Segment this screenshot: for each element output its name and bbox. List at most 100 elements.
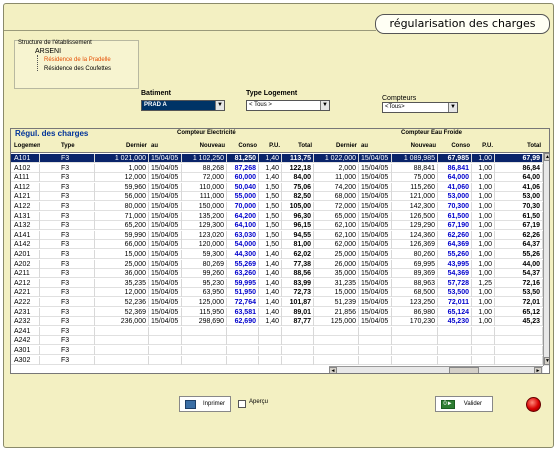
table-cell: 15/04/05 [359, 163, 392, 173]
column-header[interactable]: Nouveau [182, 142, 227, 151]
table-cell: 89,369 [392, 269, 438, 279]
table-cell: A301 [12, 346, 40, 355]
table-cell [495, 336, 543, 346]
table-cell: 55,000 [227, 192, 259, 202]
scroll-down-icon[interactable]: ▼ [544, 357, 549, 365]
table-cell: A142 [12, 240, 40, 250]
column-header[interactable]: Conso [227, 142, 259, 151]
tree-item-coufettes[interactable]: Résidence des Coufettes [44, 66, 111, 72]
table-cell [392, 355, 438, 365]
horizontal-scrollbar[interactable]: ◄ ► [329, 366, 543, 373]
tree-root[interactable]: ARSENI [35, 48, 61, 55]
chevron-down-icon[interactable]: ▼ [215, 101, 224, 110]
table-row[interactable]: A201 F3 15,000 15/04/05 59,300 44,300 1,40 62,0… [11, 250, 543, 259]
table-row[interactable]: A241 F3 [11, 326, 543, 336]
table-cell: 1 089,985 [392, 154, 438, 163]
grid-rows[interactable]: A101 F3 1 021,000 15/04/05 1 102,250 81,250 1,… [11, 154, 543, 366]
table-cell: 94,55 [282, 230, 314, 240]
table-cell: 150,000 [182, 202, 227, 211]
table-cell [472, 326, 495, 336]
table-cell: 56,000 [107, 192, 149, 202]
table-cell: 11,000 [314, 173, 359, 183]
table-row[interactable]: A122 F3 80,000 15/04/05 150,000 70,000 1,50 105… [11, 202, 543, 211]
vertical-scrollbar[interactable]: ▲ ▼ [543, 153, 549, 366]
charges-grid[interactable]: Régul. des charges Compteur Electricité … [10, 128, 550, 374]
table-row[interactable]: A121 F3 56,000 15/04/05 111,000 55,000 1,50 82,… [11, 192, 543, 202]
table-row[interactable]: A232 F3 236,000 15/04/05 298,690 62,690 1,40 87… [11, 317, 543, 327]
scroll-thumb[interactable] [449, 367, 479, 373]
table-cell: 52,369 [107, 307, 149, 317]
table-cell: 1,50 [259, 202, 282, 211]
table-row[interactable]: A111 F3 12,000 15/04/05 72,000 60,000 1,40 84,0… [11, 173, 543, 183]
table-cell [438, 346, 472, 355]
table-cell: 15/04/05 [149, 240, 182, 250]
column-header[interactable]: P.U. [259, 142, 282, 151]
table-cell: 86,841 [438, 163, 472, 173]
table-row[interactable]: A102 F3 1,000 15/04/05 88,268 87,268 1,40 122,1… [11, 163, 543, 173]
table-row[interactable]: A202 F3 25,000 15/04/05 80,269 55,269 1,40 77,3… [11, 259, 543, 269]
table-cell: 54,369 [438, 269, 472, 279]
table-cell: 15/04/05 [359, 317, 392, 327]
table-row[interactable]: A302 F3 [11, 355, 543, 365]
table-row[interactable]: A242 F3 [11, 336, 543, 346]
table-row[interactable]: A231 F3 52,369 15/04/05 115,950 63,581 1,40 89,… [11, 307, 543, 317]
table-row[interactable]: A131 F3 71,000 15/04/05 135,200 64,200 1,50 96,… [11, 211, 543, 221]
type-logement-value: < Tous > [249, 102, 272, 108]
table-row[interactable]: A142 F3 66,000 15/04/05 120,000 54,000 1,50 81,… [11, 240, 543, 250]
structure-tree[interactable]: Structure de l'établissement ARSENI Rési… [14, 40, 139, 89]
table-row[interactable]: A212 F3 35,235 15/04/05 95,230 59,995 1,40 83,9… [11, 278, 543, 288]
table-cell: A202 [12, 259, 40, 269]
table-row[interactable]: A141 F3 59,990 15/04/05 123,020 63,030 1,50 94,… [11, 230, 543, 240]
column-header[interactable]: Nouveau [392, 142, 438, 151]
close-icon[interactable] [526, 397, 541, 412]
scroll-up-icon[interactable]: ▲ [544, 153, 549, 161]
table-cell: F3 [59, 326, 95, 336]
tree-item-pradelle[interactable]: Résidence de la Pradelle [44, 57, 111, 63]
table-row[interactable]: A221 F3 12,000 15/04/05 63,950 51,950 1,40 72,7… [11, 288, 543, 298]
column-header[interactable]: au [149, 142, 182, 151]
table-cell: 67,190 [438, 221, 472, 231]
column-header[interactable]: Dernier [314, 142, 359, 151]
table-cell: 72,16 [495, 278, 543, 288]
table-cell: 95,230 [182, 278, 227, 288]
table-row[interactable]: A222 F3 52,236 15/04/05 125,000 72,764 1,40 101… [11, 298, 543, 307]
table-row[interactable]: A101 F3 1 021,000 15/04/05 1 102,250 81,250 1,… [11, 154, 543, 163]
chevron-down-icon[interactable]: ▼ [320, 101, 329, 110]
column-header[interactable]: Conso [438, 142, 472, 151]
scroll-right-icon[interactable]: ► [534, 367, 542, 373]
scroll-left-icon[interactable]: ◄ [329, 367, 337, 373]
batiment-select[interactable]: PRAD A ▼ [141, 100, 225, 111]
table-cell: 12,000 [107, 288, 149, 298]
table-cell: 113,75 [282, 154, 314, 163]
column-header[interactable]: Total [282, 142, 314, 151]
table-cell: 15/04/05 [359, 211, 392, 221]
column-header[interactable]: Dernier [107, 142, 149, 151]
table-cell: 63,581 [227, 307, 259, 317]
type-logement-select[interactable]: < Tous > ▼ [246, 100, 330, 111]
valider-button[interactable]: 0► Valider [435, 396, 493, 412]
table-cell: 64,000 [438, 173, 472, 183]
table-cell: 1,00 [472, 230, 495, 240]
column-header[interactable]: P.U. [472, 142, 495, 151]
table-cell [149, 326, 182, 336]
print-button[interactable]: Inprimer [179, 396, 231, 412]
chevron-down-icon[interactable]: ▼ [448, 103, 457, 112]
table-row[interactable]: A132 F3 65,200 15/04/05 129,300 64,100 1,50 96,… [11, 221, 543, 231]
column-header[interactable]: au [359, 142, 392, 151]
table-cell: F3 [59, 288, 95, 298]
compteurs-select[interactable]: <Tous> ▼ [382, 102, 458, 113]
table-row[interactable]: A301 F3 [11, 346, 543, 355]
apercu-checkbox[interactable] [238, 400, 246, 408]
column-header[interactable]: Logement [12, 142, 40, 151]
table-cell: 1,40 [259, 163, 282, 173]
table-row[interactable]: A112 F3 59,960 15/04/05 110,000 50,040 1,50 75,… [11, 182, 543, 192]
column-header[interactable]: Total [495, 142, 543, 151]
table-row[interactable]: A211 F3 36,000 15/04/05 99,260 63,260 1,40 88,5… [11, 269, 543, 279]
table-cell: F3 [59, 307, 95, 317]
table-cell [182, 336, 227, 346]
table-cell: F3 [59, 173, 95, 183]
table-cell: 110,000 [182, 182, 227, 192]
table-cell: 65,12 [495, 307, 543, 317]
column-header[interactable]: Type [59, 142, 95, 151]
table-cell: 15/04/05 [359, 154, 392, 163]
